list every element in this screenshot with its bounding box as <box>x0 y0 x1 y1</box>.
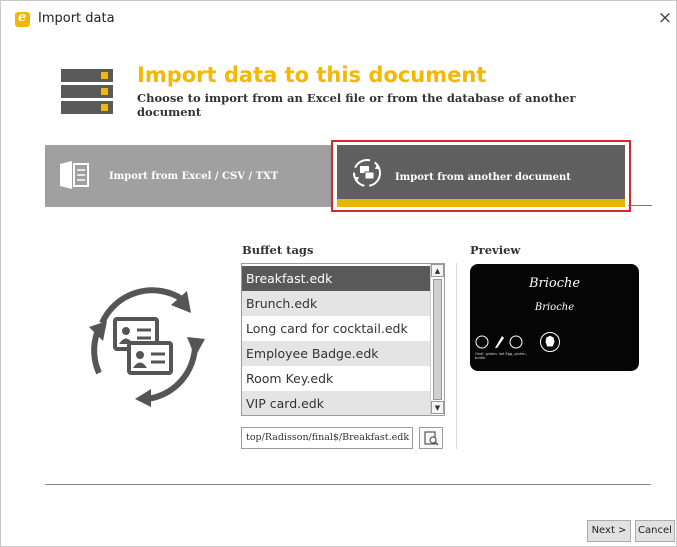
title-bar: Import data × <box>1 1 676 37</box>
allergen-icons <box>475 335 523 349</box>
list-item[interactable]: Employee Badge.edk <box>242 341 430 366</box>
section-divider <box>456 263 457 449</box>
cancel-button[interactable]: Cancel <box>635 520 675 542</box>
file-path-input[interactable]: top/Radisson/final$/Breakfast.edk <box>241 427 413 449</box>
page-title: Import data to this document <box>137 63 487 87</box>
list-item[interactable]: Brunch.edk <box>242 291 430 316</box>
next-button[interactable]: Next > <box>587 520 631 542</box>
close-icon[interactable]: × <box>657 8 673 28</box>
sync-cards-icon <box>89 287 205 407</box>
window-title: Import data <box>38 11 115 26</box>
scroll-up-icon[interactable]: ▲ <box>431 264 444 277</box>
tab-import-excel-label: Import from Excel / CSV / TXT <box>109 171 279 182</box>
tab-import-excel[interactable]: Import from Excel / CSV / TXT <box>45 145 331 207</box>
preview-card-title: Brioche <box>528 276 581 291</box>
tab-import-document-body: Import from another document <box>337 145 625 207</box>
document-sync-icon <box>353 159 381 187</box>
tab-import-document[interactable]: Import from another document <box>331 140 631 212</box>
page-subtitle: Choose to import from an Excel file or f… <box>137 91 576 119</box>
preview-logo-icon <box>540 332 560 352</box>
tab-active-indicator <box>337 199 625 207</box>
list-item[interactable]: Long card for cocktail.edk <box>242 316 430 341</box>
import-dialog: Import data × Import data to this docume… <box>0 0 677 547</box>
database-server-icon <box>61 69 113 114</box>
preview-allergen-text: Oeuf, gluten, lait Egg, gluten, butter <box>475 352 527 360</box>
scroll-down-icon[interactable]: ▼ <box>431 401 444 414</box>
list-item[interactable]: Room Key.edk <box>242 366 430 391</box>
scrollbar-thumb[interactable] <box>433 279 442 400</box>
excel-file-icon <box>60 161 89 189</box>
app-logo-icon <box>15 10 30 27</box>
tab-divider <box>628 205 652 206</box>
footer-divider <box>45 484 651 485</box>
preview-heading: Preview <box>470 243 521 257</box>
file-listbox[interactable]: Breakfast.edk Brunch.edk Long card for c… <box>241 263 445 416</box>
list-item[interactable]: VIP card.edk <box>242 391 430 415</box>
buffet-tags-heading: Buffet tags <box>242 243 314 257</box>
listbox-scrollbar[interactable]: ▲ ▼ <box>430 264 444 415</box>
tab-import-document-label: Import from another document <box>395 172 571 183</box>
preview-card: Brioche Brioche Oeuf, gluten, lait Egg, … <box>470 264 639 371</box>
list-item[interactable]: Breakfast.edk <box>242 266 430 291</box>
preview-card-subtitle: Brioche <box>534 302 575 313</box>
browse-search-icon <box>424 431 439 446</box>
browse-button[interactable] <box>419 427 443 449</box>
